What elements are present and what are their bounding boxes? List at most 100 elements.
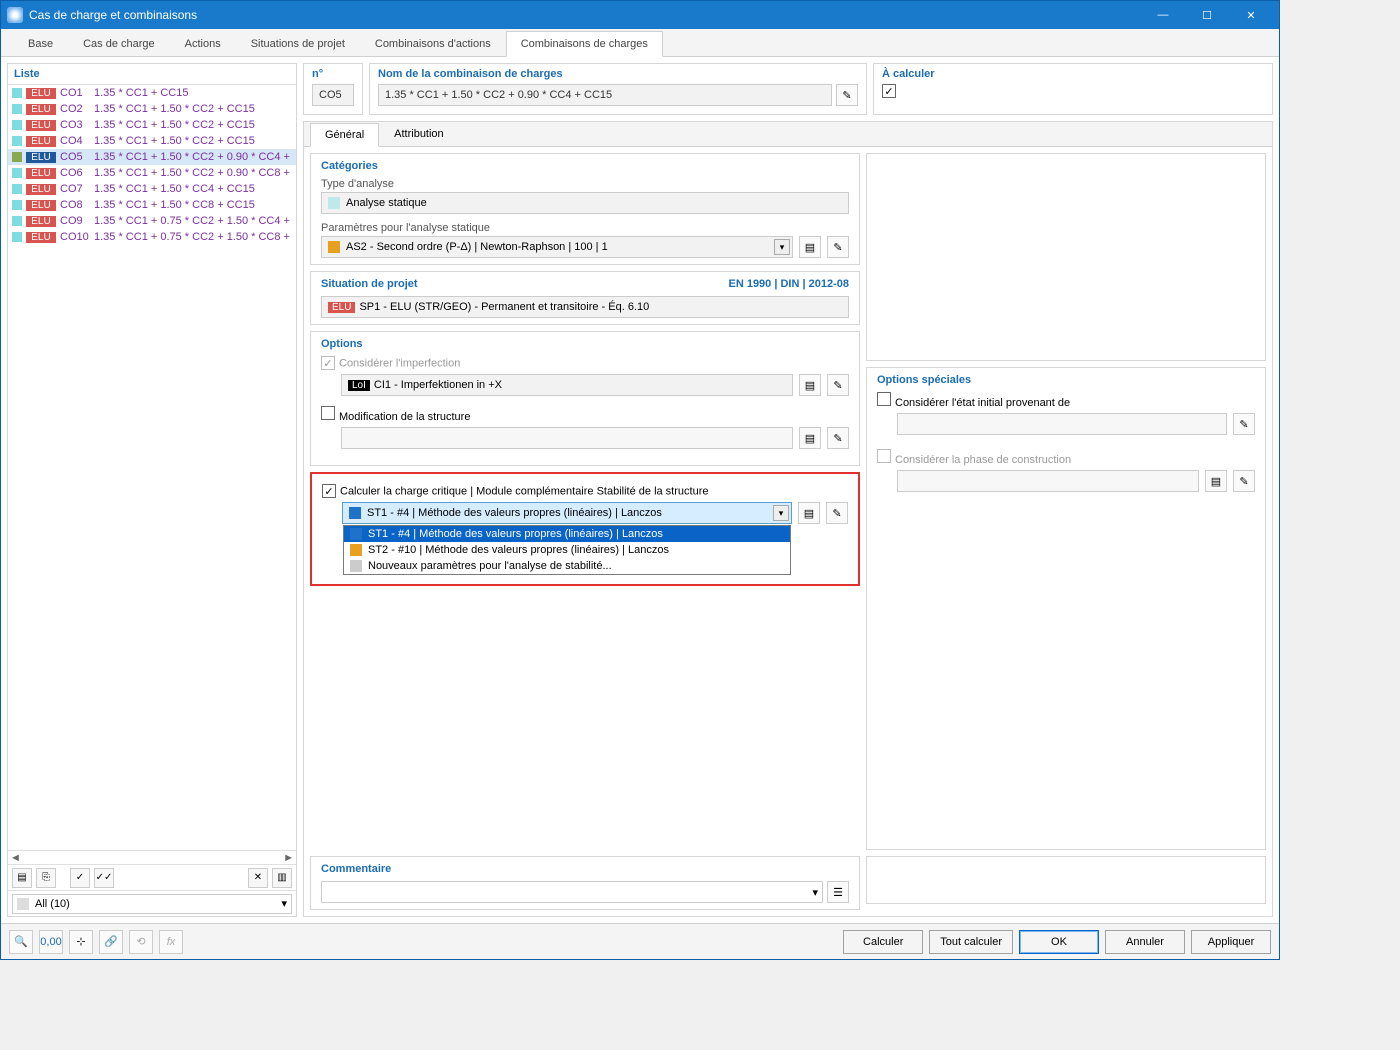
units-icon[interactable]: 0,00 — [39, 930, 63, 954]
comment-pick-button[interactable]: ☰ — [827, 881, 849, 903]
calculate-button[interactable]: Calculer — [843, 930, 923, 954]
tree-icon[interactable]: ⊹ — [69, 930, 93, 954]
delete-icon[interactable]: ✕ — [248, 868, 268, 888]
check2-icon[interactable]: ✓✓ — [94, 868, 114, 888]
calculate-all-button[interactable]: Tout calculer — [929, 930, 1013, 954]
imperf-new-button[interactable]: ▤ — [799, 374, 821, 396]
mod-new-button[interactable]: ▤ — [799, 427, 821, 449]
cancel-button[interactable]: Annuler — [1105, 930, 1185, 954]
number-field[interactable]: CO5 — [312, 84, 354, 106]
link-icon[interactable]: 🔗 — [99, 930, 123, 954]
ok-button[interactable]: OK — [1019, 930, 1099, 954]
params-edit-button[interactable]: ✎ — [827, 236, 849, 258]
check-icon[interactable]: ✓ — [70, 868, 90, 888]
phase-field — [897, 470, 1199, 492]
calc-group: À calculer — [873, 63, 1273, 115]
calc-label: À calculer — [882, 68, 1264, 80]
window-title: Cas de charge et combinaisons — [29, 8, 1141, 22]
sync-icon[interactable]: ⟲ — [129, 930, 153, 954]
fx-icon[interactable]: fx — [159, 930, 183, 954]
chevron-down-icon: ▾ — [812, 886, 818, 899]
list-item-co2[interactable]: ELUCO21.35 * CC1 + 1.50 * CC2 + CC15 — [8, 101, 296, 117]
edit-name-button[interactable]: ✎ — [836, 84, 858, 106]
params-new-button[interactable]: ▤ — [799, 236, 821, 258]
hscrollbar[interactable]: ◄► — [8, 850, 296, 864]
minimize-button[interactable]: — — [1141, 1, 1185, 29]
comment-section: Commentaire ▾ ☰ — [310, 856, 860, 910]
list-item-co3[interactable]: ELUCO31.35 * CC1 + 1.50 * CC2 + CC15 — [8, 117, 296, 133]
imperf-edit-button[interactable]: ✎ — [827, 374, 849, 396]
close-button[interactable]: ✕ — [1229, 1, 1273, 29]
critical-checkbox[interactable] — [322, 484, 336, 498]
modification-checkbox[interactable] — [321, 406, 335, 420]
special-options-section: Options spéciales Considérer l'état init… — [866, 367, 1266, 850]
list-item-co8[interactable]: ELUCO81.35 * CC1 + 1.50 * CC8 + CC15 — [8, 197, 296, 213]
list-header: Liste — [8, 64, 296, 85]
mod-edit-button[interactable]: ✎ — [827, 427, 849, 449]
list-item-co4[interactable]: ELUCO41.35 * CC1 + 1.50 * CC2 + CC15 — [8, 133, 296, 149]
dropdown-item[interactable]: ST1 - #4 | Méthode des valeurs propres (… — [344, 526, 790, 542]
critical-select[interactable]: ST1 - #4 | Méthode des valeurs propres (… — [342, 502, 792, 524]
params-label: Paramètres pour l'analyse statique — [321, 222, 849, 234]
list-item-co10[interactable]: ELUCO101.35 * CC1 + 0.75 * CC2 + 1.50 * … — [8, 229, 296, 245]
chevron-down-icon[interactable]: ▾ — [773, 505, 789, 521]
columns-icon[interactable]: ▥ — [272, 868, 292, 888]
apply-button[interactable]: Appliquer — [1191, 930, 1271, 954]
situation-field[interactable]: ELUSP1 - ELU (STR/GEO) - Permanent et tr… — [321, 296, 849, 318]
initial-state-checkbox[interactable] — [877, 392, 891, 406]
combination-list[interactable]: ELUCO11.35 * CC1 + CC15ELUCO21.35 * CC1 … — [8, 85, 296, 850]
chevron-down-icon: ▾ — [281, 897, 287, 910]
tab-situations-de-projet[interactable]: Situations de projet — [236, 31, 360, 56]
filter-row: All (10) ▾ — [8, 890, 296, 916]
new-icon[interactable]: ▤ — [12, 868, 32, 888]
number-group: n° CO5 — [303, 63, 363, 115]
tab-combinaisons-d-actions[interactable]: Combinaisons d'actions — [360, 31, 506, 56]
phase-label: Considérer la phase de construction — [895, 454, 1071, 466]
phase-new-button[interactable]: ▤ — [1205, 470, 1227, 492]
tab-actions[interactable]: Actions — [170, 31, 236, 56]
copy-icon[interactable]: ⎘ — [36, 868, 56, 888]
imperfection-label: Considérer l'imperfection — [339, 358, 460, 370]
dropdown-item[interactable]: Nouveaux paramètres pour l'analyse de st… — [344, 558, 790, 574]
critical-dropdown-list[interactable]: ST1 - #4 | Méthode des valeurs propres (… — [343, 525, 791, 575]
list-item-co1[interactable]: ELUCO11.35 * CC1 + CC15 — [8, 85, 296, 101]
options-section: Options Considérer l'imperfection LoICI1… — [310, 331, 860, 466]
critical-label: Calculer la charge critique | Module com… — [340, 486, 708, 498]
type-field[interactable]: Analyse statique — [321, 192, 849, 214]
number-label: n° — [312, 68, 354, 80]
init-edit-button[interactable]: ✎ — [1233, 413, 1255, 435]
maximize-button[interactable]: ☐ — [1185, 1, 1229, 29]
subtab-attribution[interactable]: Attribution — [379, 122, 459, 146]
list-item-co6[interactable]: ELUCO61.35 * CC1 + 1.50 * CC2 + 0.90 * C… — [8, 165, 296, 181]
titlebar: Cas de charge et combinaisons — ☐ ✕ — [1, 1, 1279, 29]
list-item-co9[interactable]: ELUCO91.35 * CC1 + 0.75 * CC2 + 1.50 * C… — [8, 213, 296, 229]
app-icon — [7, 7, 23, 23]
filter-select[interactable]: All (10) ▾ — [12, 894, 292, 914]
tab-combinaisons-de-charges[interactable]: Combinaisons de charges — [506, 31, 663, 57]
params-select[interactable]: AS2 - Second ordre (P-Δ) | Newton-Raphso… — [321, 236, 793, 258]
imperfection-checkbox — [321, 356, 335, 370]
standard-ref: EN 1990 | DIN | 2012-08 — [728, 278, 849, 290]
initial-state-field — [897, 413, 1227, 435]
subtab-général[interactable]: Général — [310, 123, 379, 147]
crit-edit-button[interactable]: ✎ — [826, 502, 848, 524]
chevron-down-icon[interactable]: ▾ — [774, 239, 790, 255]
imperfection-field[interactable]: LoICI1 - Imperfektionen in +X — [341, 374, 793, 396]
dropdown-item[interactable]: ST2 - #10 | Méthode des valeurs propres … — [344, 542, 790, 558]
initial-state-label: Considérer l'état initial provenant de — [895, 397, 1070, 409]
phase-checkbox — [877, 449, 891, 463]
name-group: Nom de la combinaison de charges 1.35 * … — [369, 63, 867, 115]
crit-new-button[interactable]: ▤ — [798, 502, 820, 524]
tab-cas-de-charge[interactable]: Cas de charge — [68, 31, 170, 56]
list-toolbar: ▤ ⎘ ✓ ✓✓ ✕ ▥ — [8, 864, 296, 890]
main-tabstrip: BaseCas de chargeActionsSituations de pr… — [1, 29, 1279, 57]
search-icon[interactable]: 🔍 — [9, 930, 33, 954]
tab-base[interactable]: Base — [13, 31, 68, 56]
phase-edit-button[interactable]: ✎ — [1233, 470, 1255, 492]
comment-field[interactable]: ▾ — [321, 881, 823, 903]
list-item-co7[interactable]: ELUCO71.35 * CC1 + 1.50 * CC4 + CC15 — [8, 181, 296, 197]
empty-bottom-panel — [866, 856, 1266, 904]
list-item-co5[interactable]: ELUCO51.35 * CC1 + 1.50 * CC2 + 0.90 * C… — [8, 149, 296, 165]
calc-checkbox[interactable] — [882, 84, 896, 98]
name-field[interactable]: 1.35 * CC1 + 1.50 * CC2 + 0.90 * CC4 + C… — [378, 84, 832, 106]
